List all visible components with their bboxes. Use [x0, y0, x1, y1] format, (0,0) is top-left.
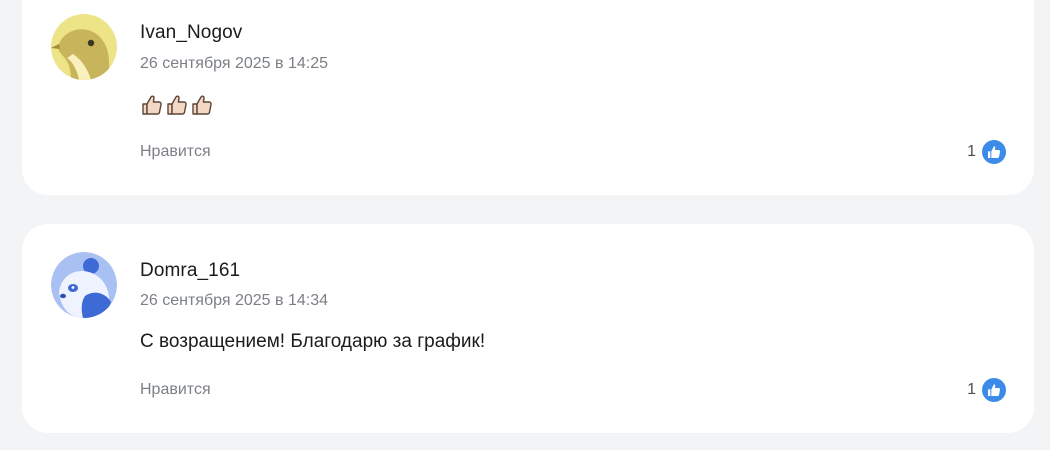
- comment-body: С возращением! Благодарю за график!: [140, 331, 486, 352]
- like-button[interactable]: Нравится: [140, 143, 211, 161]
- bird-avatar-icon: [51, 14, 117, 80]
- thumbs-up-icon: [192, 95, 212, 115]
- like-counter[interactable]: 1: [967, 140, 1006, 164]
- comment-body: [140, 93, 214, 117]
- like-count: 1: [967, 143, 976, 160]
- like-count: 1: [967, 381, 976, 398]
- thumbs-up-icon: [142, 95, 162, 115]
- panda-avatar-icon: [51, 252, 117, 318]
- like-badge-icon: [982, 378, 1006, 402]
- comment-card: Domra_161 26 сентября 2025 в 14:34 С воз…: [22, 224, 1034, 433]
- like-button[interactable]: Нравится: [140, 381, 211, 399]
- comment-date: 26 сентября 2025 в 14:34: [140, 292, 328, 309]
- comment-card: Ivan_Nogov 26 сентября 2025 в 14:25 Нрав…: [22, 0, 1034, 195]
- comment-author[interactable]: Domra_161: [140, 260, 240, 282]
- comment-author[interactable]: Ivan_Nogov: [140, 22, 242, 44]
- comment-date: 26 сентября 2025 в 14:25: [140, 55, 328, 72]
- like-counter[interactable]: 1: [967, 378, 1006, 402]
- thumbs-up-icon: [167, 95, 187, 115]
- like-badge-icon: [982, 140, 1006, 164]
- avatar[interactable]: [51, 252, 117, 318]
- avatar[interactable]: [51, 14, 117, 80]
